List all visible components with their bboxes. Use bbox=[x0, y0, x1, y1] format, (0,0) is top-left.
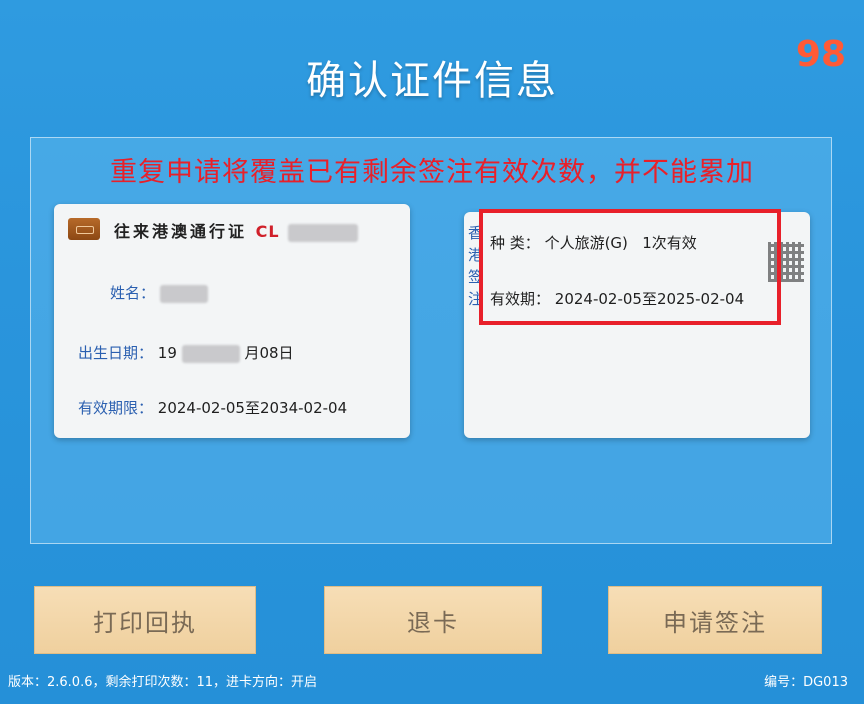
birth-suffix: 月08日 bbox=[244, 344, 294, 362]
permit-heading-text: 往来港澳通行证 bbox=[114, 222, 248, 241]
permit-card: 往来港澳通行证 CL 姓名： 出生日期： 19 月08日 有效期限： 2024-… bbox=[54, 204, 410, 438]
warning-message: 重复申请将覆盖已有剩余签注有效次数，并不能累加 bbox=[110, 157, 754, 188]
redacted-name bbox=[159, 284, 208, 303]
countdown-timer: 98 bbox=[795, 34, 846, 75]
eject-card-button[interactable]: 退卡 bbox=[324, 586, 542, 654]
redacted-birth bbox=[181, 344, 240, 363]
name-label: 姓名： bbox=[110, 284, 156, 302]
kiosk-screen: 确认证件信息 98 重复申请将覆盖已有剩余签注有效次数，并不能累加 往来港澳通行… bbox=[0, 0, 864, 704]
chip-icon bbox=[68, 218, 100, 240]
apply-endorsement-button[interactable]: 申请签注 bbox=[608, 586, 822, 654]
birth-label: 出生日期： bbox=[78, 344, 154, 362]
birth-field: 出生日期： 19 月08日 bbox=[78, 342, 294, 363]
name-field: 姓名： bbox=[110, 282, 208, 303]
page-title: 确认证件信息 bbox=[306, 58, 558, 104]
validity-label: 有效期限： bbox=[78, 399, 154, 417]
birth-prefix: 19 bbox=[157, 344, 177, 362]
validity-value: 2024-02-05至2034-02-04 bbox=[157, 399, 348, 417]
permit-heading: 往来港澳通行证 CL bbox=[114, 218, 359, 242]
device-number: 编号：DG013 bbox=[764, 675, 848, 690]
print-receipt-button[interactable]: 打印回执 bbox=[34, 586, 256, 654]
permit-number: CL bbox=[255, 222, 280, 241]
footer-info: 版本：2.6.0.6，剩余打印次数：11，进卡方向：开启 bbox=[8, 675, 318, 690]
validity-field: 有效期限： 2024-02-05至2034-02-04 bbox=[78, 397, 347, 418]
redacted-number bbox=[288, 223, 359, 242]
highlight-box bbox=[479, 209, 781, 325]
